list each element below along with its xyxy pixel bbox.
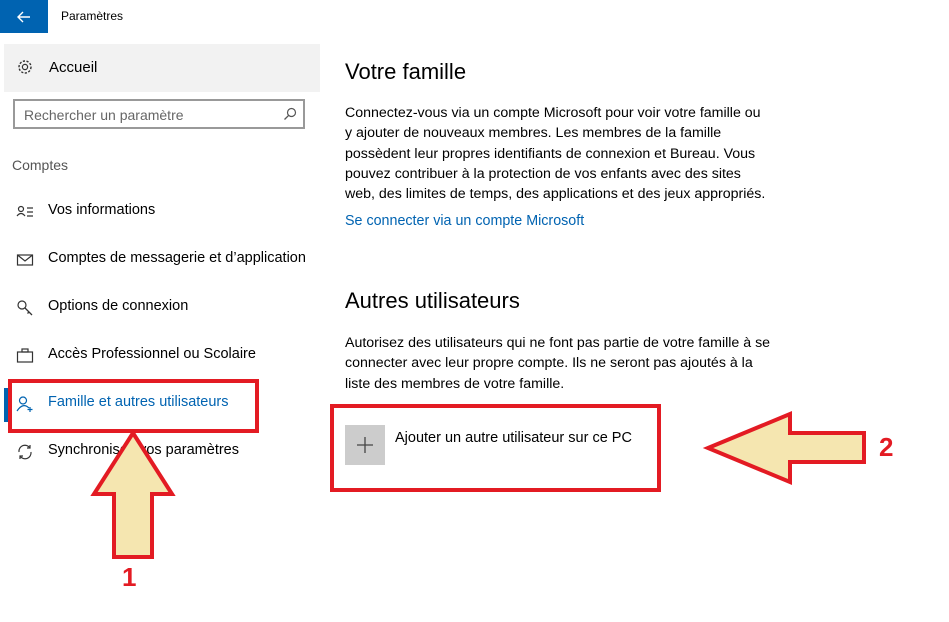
highlight-box-1 [8,379,259,433]
sidebar-item-synchronisez[interactable]: Synchronisez vos paramètres [0,430,320,474]
other-users-description: Autorisez des utilisateurs qui ne font p… [345,335,771,392]
title-bar: Paramètres [0,0,949,33]
back-arrow-icon [17,11,30,22]
annotation-number-1: 1 [122,562,137,592]
briefcase-icon [16,348,34,363]
sync-icon [18,444,32,460]
sidebar-item-vos-informations[interactable]: Vos informations [0,190,320,234]
sidebar-item-label: Vos informations [48,202,156,218]
sidebar-item-comptes-messagerie[interactable]: Comptes de messagerie et d’application [0,238,320,282]
key-icon [17,300,33,316]
search-placeholder: Rechercher un paramètre [24,107,184,123]
arrow-left-annotation [702,411,866,485]
other-users-heading: Autres utilisateurs [345,288,520,313]
sidebar-item-options-connexion[interactable]: Options de connexion [0,286,320,330]
person-card-icon [16,205,33,217]
highlight-box-2 [330,404,661,492]
gear-icon [16,58,34,81]
family-description: Connectez-vous via un compte Microsoft p… [345,105,766,203]
mail-icon [16,254,34,266]
sidebar-home-label: Accueil [49,59,98,76]
sidebar-home[interactable]: Accueil [4,44,320,92]
sidebar-item-acces-professionnel[interactable]: Accès Professionnel ou Scolaire [0,334,320,378]
search-input[interactable]: Rechercher un paramètre [13,99,305,129]
annotation-number-2: 2 [879,432,894,462]
window-title: Paramètres [61,9,124,23]
sidebar-item-label: Accès Professionnel ou Scolaire [48,346,256,362]
section-label-comptes: Comptes [12,157,69,173]
sidebar-item-label: Options de connexion [48,298,189,314]
sidebar-item-label: Synchronisez vos paramètres [48,442,239,458]
family-heading: Votre famille [345,59,467,84]
search-icon[interactable] [283,107,297,126]
back-button[interactable] [0,0,48,33]
microsoft-account-link[interactable]: Se connecter via un compte Microsoft [345,213,584,229]
sidebar-item-label: Comptes de messagerie et d’application [48,250,306,266]
